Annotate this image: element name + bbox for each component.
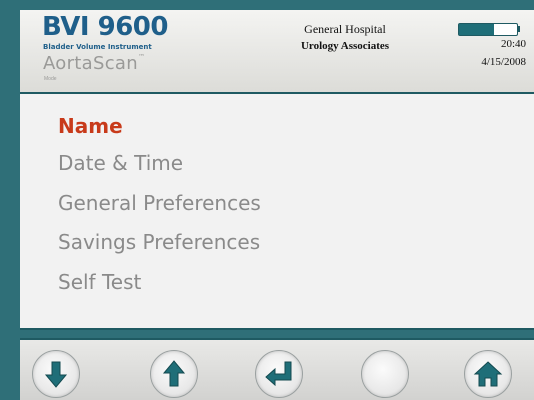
menu-item-self-test[interactable]: Self Test bbox=[58, 270, 141, 294]
enter-button[interactable] bbox=[255, 350, 303, 398]
up-button[interactable] bbox=[150, 350, 198, 398]
enter-icon bbox=[265, 361, 292, 387]
facility-info: General Hospital Urology Associates bbox=[245, 22, 445, 52]
facility-name: General Hospital bbox=[304, 22, 386, 36]
mode-label: Mode bbox=[44, 76, 57, 82]
brand-name: AortaScan bbox=[43, 53, 138, 74]
menu-item-date-time[interactable]: Date & Time bbox=[58, 151, 183, 175]
header-bar: BVI 9600 Bladder Volume Instrument Aorta… bbox=[20, 10, 534, 94]
menu-item-savings-preferences[interactable]: Savings Preferences bbox=[58, 230, 260, 254]
menu-item-name[interactable]: Name bbox=[58, 114, 123, 138]
arrow-up-icon bbox=[162, 360, 186, 387]
down-button[interactable] bbox=[32, 350, 80, 398]
menu-item-general-preferences[interactable]: General Preferences bbox=[58, 191, 261, 215]
arrow-down-icon bbox=[44, 361, 68, 388]
battery-icon bbox=[458, 23, 518, 36]
brand-trademark: ™ bbox=[137, 53, 146, 61]
battery-level-fill bbox=[459, 24, 494, 35]
brand-logo: AortaScan™ bbox=[43, 53, 145, 74]
blank-button[interactable] bbox=[361, 350, 409, 398]
clock: 20:40 4/15/2008 bbox=[481, 38, 526, 68]
bottom-toolbar bbox=[20, 338, 534, 400]
department-name: Urology Associates bbox=[300, 40, 390, 52]
settings-menu: Name Date & Time General Preferences Sav… bbox=[20, 94, 534, 330]
product-subtitle: Bladder Volume Instrument bbox=[43, 43, 152, 51]
battery-tip bbox=[517, 26, 520, 32]
home-button[interactable] bbox=[464, 350, 512, 398]
date-display: 4/15/2008 bbox=[481, 56, 526, 68]
time-display: 20:40 bbox=[500, 38, 526, 50]
device-frame: BVI 9600 Bladder Volume Instrument Aorta… bbox=[0, 0, 534, 400]
product-title: BVI 9600 bbox=[42, 12, 168, 42]
home-icon bbox=[473, 361, 503, 387]
